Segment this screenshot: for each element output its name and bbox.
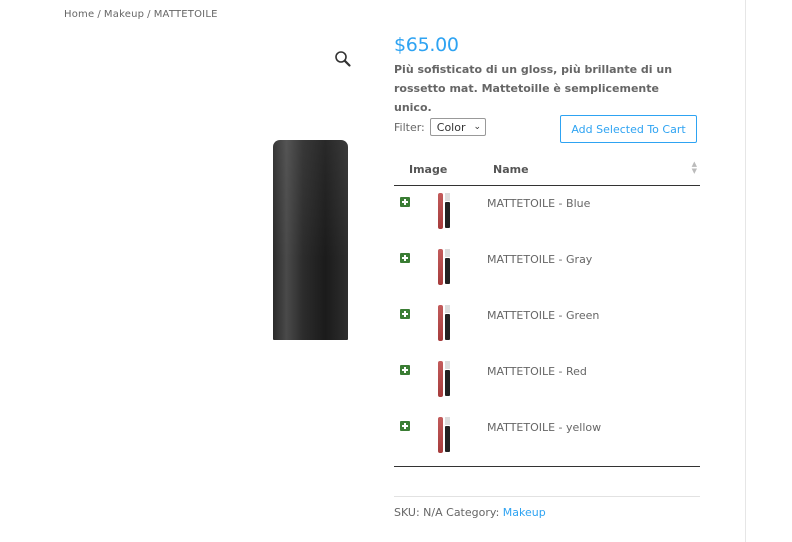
product-thumbnail[interactable] [436,304,452,342]
product-gallery [60,40,360,360]
product-price: $65.00 [394,34,459,56]
product-summary: $65.00 Più sofisticato di un gloss, più … [394,32,700,117]
product-meta: SKU: N/A Category: Makeup [394,496,700,519]
product-description: Più sofisticato di un gloss, più brillan… [394,63,673,114]
column-header-name[interactable]: Name [493,163,529,176]
breadcrumb: Home / Makeup / MATTETOILE [64,9,218,20]
add-selected-to-cart-button[interactable]: Add Selected To Cart [560,115,697,143]
variation-name: MATTETOILE - yellow [487,421,602,434]
breadcrumb-home[interactable]: Home [64,9,94,20]
filter-color-select[interactable]: Color ⌄ [429,118,487,136]
breadcrumb-current: MATTETOILE [153,9,218,20]
product-thumbnail[interactable] [436,416,452,454]
sku-label: SKU: [394,506,420,519]
expand-plus-icon[interactable] [400,421,410,431]
filter-selected-value: Color [436,120,466,134]
product-image[interactable] [273,140,348,340]
category-label: Category: [446,506,500,519]
content-border [745,0,746,542]
table-row: MATTETOILE - Gray [394,242,700,298]
breadcrumb-makeup[interactable]: Makeup [104,9,144,20]
product-thumbnail[interactable] [436,360,452,398]
variation-name: MATTETOILE - Green [487,309,600,322]
product-thumbnail[interactable] [436,248,452,286]
expand-plus-icon[interactable] [400,197,410,207]
variation-name: MATTETOILE - Gray [487,253,593,266]
product-thumbnail[interactable] [436,192,452,230]
expand-plus-icon[interactable] [400,309,410,319]
magnifier-icon[interactable] [334,50,352,68]
filter-label: Filter: [394,120,425,134]
table-header: Image Name ▲ ▼ [394,155,700,186]
variation-name: MATTETOILE - Blue [487,197,591,210]
variations-table: Image Name ▲ ▼ MATTETOILE - Blue MATTETOI… [394,155,700,467]
table-row: MATTETOILE - Red [394,354,700,410]
breadcrumb-separator: / [97,9,101,20]
table-bottom-border [394,466,700,467]
filter-row: Filter: Color ⌄ [394,118,487,136]
breadcrumb-separator: / [147,9,151,20]
table-row: MATTETOILE - yellow [394,410,700,466]
chevron-down-icon: ⌄ [473,122,482,132]
expand-plus-icon[interactable] [400,365,410,375]
table-row: MATTETOILE - Blue [394,186,700,242]
sort-icon[interactable]: ▲ ▼ [692,161,697,175]
variation-name: MATTETOILE - Red [487,365,587,378]
column-header-image[interactable]: Image [409,163,447,176]
category-link[interactable]: Makeup [503,506,546,519]
sku-value: N/A [423,506,443,519]
table-row: MATTETOILE - Green [394,298,700,354]
expand-plus-icon[interactable] [400,253,410,263]
